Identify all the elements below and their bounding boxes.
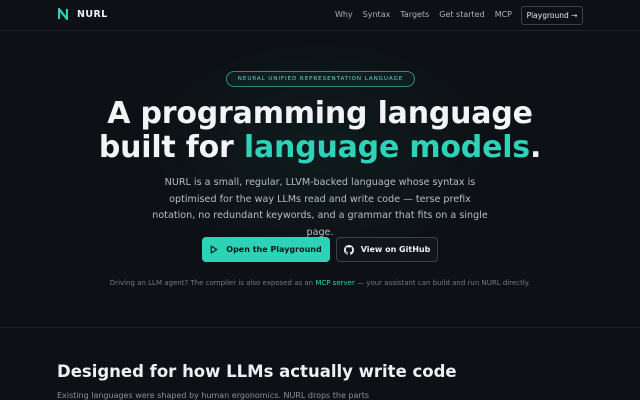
nav-link-why[interactable]: Why xyxy=(335,10,353,19)
nav-link-targets[interactable]: Targets xyxy=(400,10,429,19)
open-playground-button[interactable]: Open the Playground xyxy=(202,237,330,262)
github-icon xyxy=(343,244,354,255)
nav-links: Why Syntax Targets Get started MCP xyxy=(335,10,512,19)
section-divider xyxy=(0,327,640,328)
brand-name: NURL xyxy=(77,9,108,20)
mcp-note-suffix: — your assistant can build and run NURL … xyxy=(354,279,531,287)
play-icon xyxy=(210,245,218,254)
nav-link-get-started[interactable]: Get started xyxy=(439,10,484,19)
headline-line-1: A programming language xyxy=(107,96,533,131)
nav-link-syntax[interactable]: Syntax xyxy=(363,10,391,19)
nav-link-mcp[interactable]: MCP xyxy=(495,10,512,19)
top-nav: NURL Why Syntax Targets Get started MCP … xyxy=(0,0,640,31)
mcp-server-link[interactable]: MCP server xyxy=(315,279,355,287)
headline-accent: language models xyxy=(243,130,530,165)
headline-line-2-prefix: built for xyxy=(98,130,244,165)
view-on-github-label: View on GitHub xyxy=(360,245,431,254)
hero-headline: A programming language built for languag… xyxy=(0,97,640,165)
headline-line-2-suffix: . xyxy=(529,130,542,165)
view-on-github-button[interactable]: View on GitHub xyxy=(336,237,438,262)
page: NURL Why Syntax Targets Get started MCP … xyxy=(0,0,640,400)
section-title: Designed for how LLMs actually write cod… xyxy=(57,362,457,381)
mcp-note: Driving an LLM agent? The compiler is al… xyxy=(0,279,640,287)
mcp-note-prefix: Driving an LLM agent? The compiler is al… xyxy=(109,279,316,287)
brand[interactable]: NURL xyxy=(58,8,108,21)
hero-lead: NURL is a small, regular, LLVM-backed la… xyxy=(152,177,488,238)
section-subtitle: Existing languages were shaped by human … xyxy=(57,391,369,400)
open-playground-label: Open the Playground xyxy=(226,245,322,254)
hero-badge: NEURAL UNIFIED REPRESENTATION LANGUAGE xyxy=(226,71,415,87)
playground-nav-button[interactable]: Playground → xyxy=(521,6,583,25)
logo-n-icon xyxy=(58,8,68,21)
